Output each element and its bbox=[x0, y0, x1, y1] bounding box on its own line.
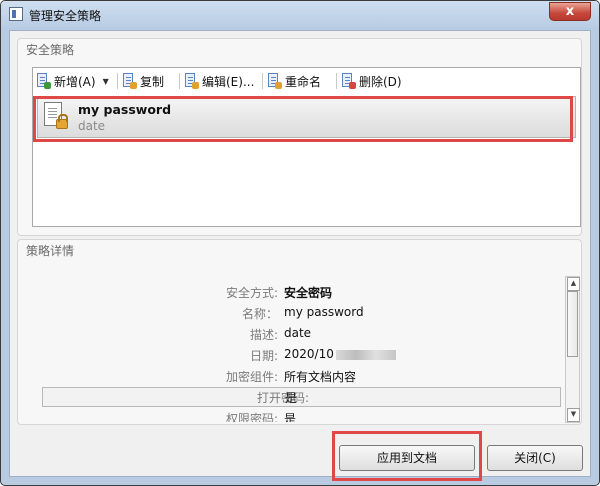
edit-button[interactable]: 编辑(E)... bbox=[185, 71, 254, 91]
scroll-down-arrow-icon[interactable]: ▼ bbox=[567, 408, 580, 422]
detail-row: 名称： my password bbox=[38, 303, 543, 323]
add-button[interactable]: 新增(A) ▼ bbox=[37, 71, 109, 91]
details-list: 安全方式: 安全密码 名称： my password 描述: date 日期: … bbox=[18, 270, 563, 422]
detail-value: date bbox=[284, 326, 312, 340]
detail-row: 日期: 2020/10 bbox=[38, 345, 543, 365]
detail-label: 打开密码: bbox=[256, 391, 309, 405]
app-icon bbox=[9, 7, 23, 21]
add-button-label: 新增(A) bbox=[54, 74, 96, 89]
window-title: 管理安全策略 bbox=[29, 9, 102, 23]
detail-label: 描述: bbox=[249, 328, 278, 342]
edit-button-label: 编辑(E)... bbox=[202, 74, 255, 89]
copy-doc-icon bbox=[123, 73, 137, 89]
toolbar-separator bbox=[179, 73, 180, 89]
detail-row: 安全方式: 安全密码 bbox=[38, 282, 543, 302]
delete-button[interactable]: 删除(D) bbox=[342, 71, 402, 91]
chevron-down-icon[interactable]: ▼ bbox=[103, 77, 109, 86]
edit-doc-icon bbox=[185, 73, 199, 89]
rename-button-label: 重命名 bbox=[285, 74, 322, 89]
detail-value-wrap: 2020/10 bbox=[284, 347, 396, 361]
detail-label: 安全方式: bbox=[225, 286, 278, 300]
close-button[interactable]: 关闭(C) bbox=[487, 445, 583, 471]
policy-list[interactable]: 新增(A) ▼ 复制 编辑(E)... 重命名 删除(D) my passwor… bbox=[32, 67, 581, 227]
toolbar-separator bbox=[336, 73, 337, 89]
redacted-mask bbox=[335, 349, 396, 360]
scroll-up-arrow-icon[interactable]: ▲ bbox=[567, 277, 580, 291]
detail-value: 是 bbox=[284, 412, 297, 422]
detail-value: 安全密码 bbox=[284, 286, 333, 300]
detail-value: 所有文档内容 bbox=[284, 370, 357, 384]
policy-toolbar: 新增(A) ▼ 复制 编辑(E)... 重命名 删除(D) bbox=[33, 68, 580, 94]
toolbar-separator bbox=[117, 73, 118, 89]
details-scrollbar[interactable]: ▲ ▼ bbox=[565, 276, 580, 423]
detail-row: 加密组件: 所有文档内容 bbox=[38, 366, 543, 386]
detail-row-selected[interactable]: 打开密码: 是 bbox=[42, 387, 561, 407]
rename-button[interactable]: 重命名 bbox=[268, 71, 321, 91]
title-bar[interactable]: 管理安全策略 x bbox=[1, 1, 599, 29]
detail-label: 名称： bbox=[241, 307, 278, 321]
highlight-box bbox=[33, 96, 573, 142]
highlight-box bbox=[332, 431, 482, 481]
toolbar-separator bbox=[262, 73, 263, 89]
window-close-button[interactable]: x bbox=[549, 2, 591, 21]
detail-value: 是 bbox=[285, 391, 298, 405]
delete-doc-icon bbox=[342, 73, 356, 89]
policies-group-title: 安全策略 bbox=[26, 43, 75, 57]
detail-value: 2020/10 bbox=[284, 347, 334, 361]
details-group-title: 策略详情 bbox=[26, 244, 75, 258]
copy-button[interactable]: 复制 bbox=[123, 71, 164, 91]
detail-value: my password bbox=[284, 305, 364, 319]
detail-label: 日期: bbox=[249, 349, 278, 363]
rename-doc-icon bbox=[268, 73, 282, 89]
scroll-thumb[interactable] bbox=[567, 291, 578, 357]
detail-row: 权限密码: 是 bbox=[38, 408, 543, 422]
delete-button-label: 删除(D) bbox=[359, 74, 402, 89]
detail-row: 描述: date bbox=[38, 324, 543, 344]
add-doc-icon bbox=[37, 73, 51, 89]
details-group: 策略详情 安全方式: 安全密码 名称： my password 描述: date… bbox=[17, 239, 582, 425]
detail-label: 权限密码: bbox=[225, 412, 278, 422]
manage-security-policy-dialog: 管理安全策略 x 安全策略 新增(A) ▼ 复制 编辑(E)... 重命名 删除… bbox=[0, 0, 600, 486]
copy-button-label: 复制 bbox=[140, 74, 165, 89]
detail-label: 加密组件: bbox=[225, 370, 278, 384]
